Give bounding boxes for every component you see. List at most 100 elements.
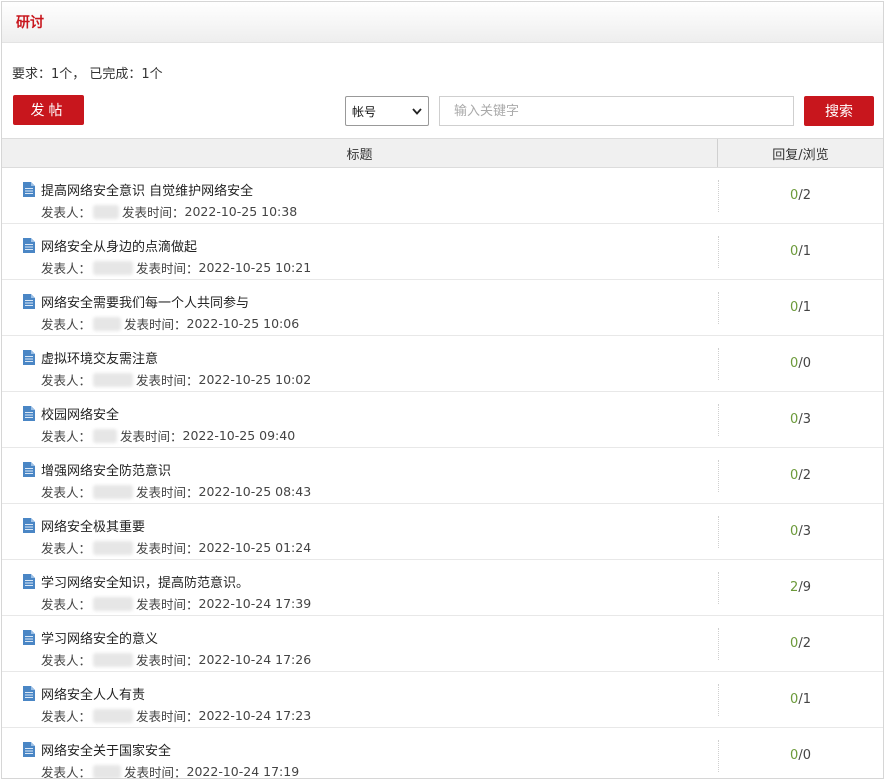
author-name-redacted <box>93 652 134 667</box>
row-main-cell: 网络安全从身边的点滴做起 发表人： 发表时间： 2022-10-25 10:21 <box>2 224 719 279</box>
reply-count: 0 <box>790 188 799 203</box>
topic-title-link[interactable]: 增强网络安全防范意识 <box>41 460 171 479</box>
post-time: 2022-10-25 09:40 <box>182 428 296 443</box>
reply-count: 0 <box>790 300 799 315</box>
author-name-redacted <box>93 372 134 387</box>
column-divider <box>718 516 719 548</box>
column-divider <box>718 740 719 772</box>
reply-view-count: 0/0 <box>718 336 883 391</box>
post-time: 2022-10-25 10:21 <box>198 260 312 275</box>
author-name-redacted <box>93 428 118 443</box>
author-label: 发表人： <box>41 765 92 779</box>
post-time: 2022-10-25 10:38 <box>184 204 298 219</box>
search-input[interactable] <box>439 96 794 126</box>
row-main-cell: 校园网络安全 发表人： 发表时间： 2022-10-25 09:40 <box>2 392 719 447</box>
table-row: 网络安全人人有责 发表人： 发表时间： 2022-10-24 17:23 0/1 <box>2 672 883 728</box>
view-count: /0 <box>798 748 811 763</box>
time-label: 发表时间： <box>136 653 199 668</box>
document-icon <box>23 686 35 701</box>
author-label: 发表人： <box>41 317 92 332</box>
document-icon <box>23 350 35 365</box>
reply-count: 0 <box>790 692 799 707</box>
column-divider <box>718 460 719 492</box>
topic-meta: 发表人： 发表时间： 2022-10-25 10:21 <box>41 258 311 277</box>
topic-meta: 发表人： 发表时间： 2022-10-25 09:40 <box>41 426 295 445</box>
topic-meta: 发表人： 发表时间： 2022-10-24 17:23 <box>41 706 311 725</box>
view-count: /2 <box>798 636 811 651</box>
topic-title-link[interactable]: 网络安全极其重要 <box>41 516 145 535</box>
column-divider <box>718 348 719 380</box>
topic-title-link[interactable]: 网络安全人人有责 <box>41 684 145 703</box>
row-main-cell: 学习网络安全知识，提高防范意识。 发表人： 发表时间： 2022-10-24 1… <box>2 560 719 615</box>
topic-title-link[interactable]: 网络安全关于国家安全 <box>41 740 171 759</box>
discussion-panel: 研讨 要求：1个， 已完成：1个 发帖 帐号 搜索 标题 回复/浏览 <box>1 1 884 779</box>
topic-title-link[interactable]: 提高网络安全意识 自觉维护网络安全 <box>41 180 253 199</box>
toolbar: 发帖 帐号 搜索 <box>2 95 883 127</box>
reply-view-count: 0/2 <box>718 616 883 671</box>
search-field-select[interactable]: 帐号 <box>345 96 429 126</box>
time-label: 发表时间： <box>136 709 199 724</box>
reply-view-count: 0/2 <box>718 448 883 503</box>
row-main-cell: 网络安全需要我们每一个人共同参与 发表人： 发表时间： 2022-10-25 1… <box>2 280 719 335</box>
author-label: 发表人： <box>41 429 92 444</box>
view-count: /3 <box>798 412 811 427</box>
reply-view-count: 0/0 <box>718 728 883 778</box>
author-name-redacted <box>93 484 134 499</box>
author-label: 发表人： <box>41 261 92 276</box>
post-button[interactable]: 发帖 <box>13 95 84 125</box>
row-main-cell: 网络安全关于国家安全 发表人： 发表时间： 2022-10-24 17:19 <box>2 728 719 779</box>
reply-count: 2 <box>790 580 799 595</box>
panel-header: 研讨 <box>2 2 883 43</box>
topic-meta: 发表人： 发表时间： 2022-10-24 17:26 <box>41 650 311 669</box>
table-row: 网络安全关于国家安全 发表人： 发表时间： 2022-10-24 17:19 0… <box>2 728 883 779</box>
author-label: 发表人： <box>41 597 92 612</box>
view-count: /1 <box>798 692 811 707</box>
post-time: 2022-10-24 17:19 <box>186 764 300 779</box>
document-icon <box>23 462 35 477</box>
document-icon <box>23 742 35 757</box>
view-count: /2 <box>798 188 811 203</box>
author-label: 发表人： <box>41 653 92 668</box>
topic-title-link[interactable]: 校园网络安全 <box>41 404 119 423</box>
column-divider <box>718 236 719 268</box>
reply-count: 0 <box>790 356 799 371</box>
author-name-redacted <box>93 204 120 219</box>
author-name-redacted <box>93 316 122 331</box>
topic-title-link[interactable]: 学习网络安全的意义 <box>41 628 158 647</box>
time-label: 发表时间： <box>136 597 199 612</box>
post-time: 2022-10-24 17:26 <box>198 652 312 667</box>
topic-title-link[interactable]: 网络安全从身边的点滴做起 <box>41 236 197 255</box>
author-label: 发表人： <box>41 205 92 220</box>
author-name-redacted <box>93 764 122 778</box>
topic-title-link[interactable]: 虚拟环境交友需注意 <box>41 348 158 367</box>
table-row: 网络安全需要我们每一个人共同参与 发表人： 发表时间： 2022-10-25 1… <box>2 280 883 336</box>
time-label: 发表时间： <box>136 485 199 500</box>
document-icon <box>23 238 35 253</box>
table-row: 网络安全极其重要 发表人： 发表时间： 2022-10-25 01:24 0/3 <box>2 504 883 560</box>
author-label: 发表人： <box>41 373 92 388</box>
time-label: 发表时间： <box>136 373 199 388</box>
topic-title-link[interactable]: 网络安全需要我们每一个人共同参与 <box>41 292 249 311</box>
time-label: 发表时间： <box>136 261 199 276</box>
reply-count: 0 <box>790 412 799 427</box>
view-count: /1 <box>798 300 811 315</box>
post-time: 2022-10-25 10:06 <box>186 316 300 331</box>
view-count: /2 <box>798 468 811 483</box>
author-name-redacted <box>93 708 134 723</box>
column-divider <box>718 572 719 604</box>
view-count: /0 <box>798 356 811 371</box>
reply-count: 0 <box>790 748 799 763</box>
document-icon <box>23 630 35 645</box>
row-main-cell: 学习网络安全的意义 发表人： 发表时间： 2022-10-24 17:26 <box>2 616 719 671</box>
topic-meta: 发表人： 发表时间： 2022-10-25 10:38 <box>41 202 297 221</box>
author-name-redacted <box>93 596 134 611</box>
row-main-cell: 增强网络安全防范意识 发表人： 发表时间： 2022-10-25 08:43 <box>2 448 719 503</box>
post-time: 2022-10-25 10:02 <box>198 372 312 387</box>
author-name-redacted <box>93 260 134 275</box>
search-field-select-value: 帐号 <box>352 104 377 119</box>
search-button[interactable]: 搜索 <box>804 96 874 126</box>
reply-count: 0 <box>790 244 799 259</box>
time-label: 发表时间： <box>120 429 183 444</box>
topic-title-link[interactable]: 学习网络安全知识，提高防范意识。 <box>41 572 249 591</box>
column-header-stats: 回复/浏览 <box>772 147 829 163</box>
